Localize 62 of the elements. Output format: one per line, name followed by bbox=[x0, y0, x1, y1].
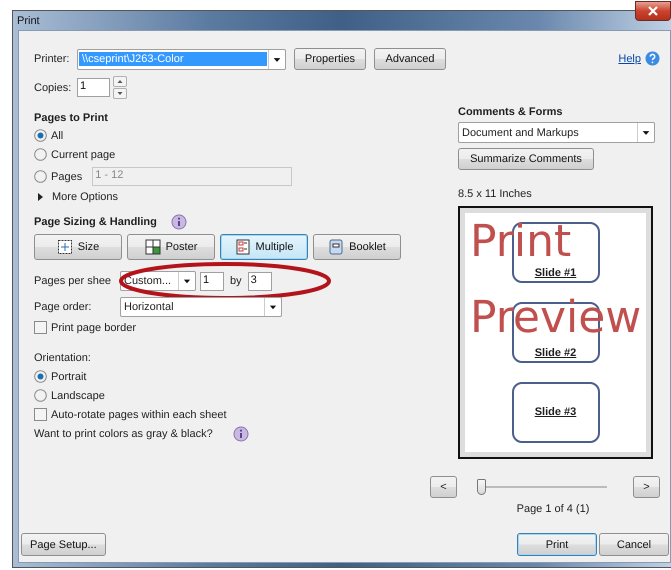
checkbox[interactable] bbox=[34, 321, 47, 334]
close-button[interactable] bbox=[635, 1, 671, 21]
slide-title: Slide #1 bbox=[534, 267, 576, 280]
checkbox[interactable] bbox=[34, 408, 47, 421]
orientation-label: Orientation: bbox=[34, 352, 91, 364]
page-handling-tab[interactable]: Booklet bbox=[313, 234, 401, 260]
radio-label: Current page bbox=[51, 148, 116, 160]
page-setup-button[interactable]: Page Setup... bbox=[21, 533, 106, 556]
section-heading: Pages to Print bbox=[34, 112, 108, 124]
next-page-button[interactable]: > bbox=[633, 476, 660, 498]
by-label: by bbox=[230, 275, 242, 287]
multiple-pages-icon bbox=[234, 239, 251, 255]
info-icon[interactable] bbox=[232, 426, 249, 442]
radio-label: All bbox=[51, 130, 64, 142]
previous-page-button[interactable]: < bbox=[430, 476, 457, 498]
close-icon bbox=[647, 6, 659, 16]
poster-tiles-icon bbox=[144, 239, 161, 255]
printer-label: Printer: bbox=[34, 53, 70, 65]
radio-button[interactable] bbox=[34, 170, 47, 183]
radio-label: Pages bbox=[51, 170, 82, 182]
slide-title: Slide #3 bbox=[534, 406, 576, 418]
copies-field[interactable]: 1 bbox=[77, 78, 110, 97]
print-button[interactable]: Print bbox=[517, 533, 597, 556]
section-heading: Page Sizing & Handling bbox=[34, 216, 157, 228]
printer-option-button[interactable]: Properties bbox=[294, 48, 366, 70]
slide-title: Slide #2 bbox=[534, 346, 576, 359]
pages-per-sheet-label: Pages per shee bbox=[34, 275, 112, 287]
page-slider-thumb[interactable] bbox=[477, 479, 486, 495]
booklet-icon bbox=[328, 239, 344, 255]
radio-label: Portrait bbox=[51, 370, 86, 382]
page-handling-tab[interactable]: Size bbox=[34, 234, 122, 260]
copies-label: Copies: bbox=[34, 82, 72, 94]
monochrome-print-question: Want to print colors as gray & black? bbox=[34, 428, 213, 440]
spin-down-icon[interactable] bbox=[113, 88, 127, 99]
paper-size-label: 8.5 x 11 Inches bbox=[458, 188, 532, 200]
page-handling-tab[interactable]: Multiple bbox=[220, 234, 308, 260]
comments-dropdown[interactable]: Document and Markups bbox=[458, 122, 655, 143]
page-indicator: Page 1 of 4 (1) bbox=[516, 503, 590, 515]
summarize-comments-button[interactable]: Summarize Comments bbox=[458, 148, 594, 170]
info-icon[interactable] bbox=[170, 214, 187, 230]
radio-button[interactable] bbox=[34, 389, 47, 402]
page-order-dropdown[interactable]: Horizontal bbox=[120, 297, 282, 317]
spin-up-icon[interactable] bbox=[113, 76, 127, 87]
radio-button[interactable] bbox=[34, 370, 47, 383]
section-heading: Comments & Forms bbox=[458, 106, 563, 118]
page-order-label: Page order: bbox=[34, 301, 92, 313]
radio-button[interactable] bbox=[34, 129, 47, 142]
radio-label: Landscape bbox=[51, 390, 105, 402]
checkbox-label: Auto-rotate pages within each sheet bbox=[51, 408, 227, 420]
help-link[interactable]: Help bbox=[618, 52, 641, 64]
cancel-button[interactable]: Cancel bbox=[599, 533, 669, 556]
page-handling-tab[interactable]: Poster bbox=[127, 234, 215, 260]
expand-triangle-icon bbox=[38, 193, 44, 201]
columns-field[interactable]: 1 bbox=[200, 272, 224, 290]
window-title: Print bbox=[17, 14, 40, 26]
rows-field[interactable]: 3 bbox=[248, 272, 272, 290]
resize-page-icon bbox=[56, 239, 73, 255]
printer-option-button[interactable]: Advanced bbox=[374, 48, 446, 70]
help-icon[interactable] bbox=[645, 51, 660, 66]
more-options-toggle[interactable]: More Options bbox=[34, 191, 118, 203]
radio-button[interactable] bbox=[34, 148, 47, 161]
checkbox-label: Print page border bbox=[51, 322, 136, 334]
